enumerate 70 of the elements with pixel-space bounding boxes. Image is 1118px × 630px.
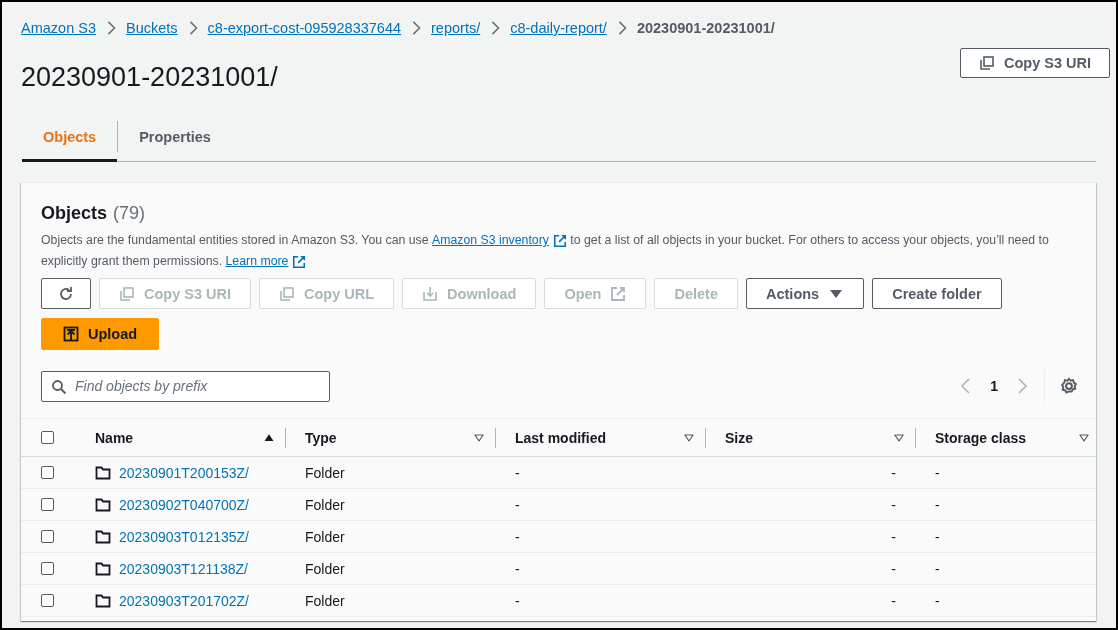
section-heading: Objects: [41, 203, 108, 224]
copy-s3-uri-button[interactable]: Copy S3 URI: [960, 48, 1110, 78]
table-cell-text: Folder: [304, 464, 346, 481]
copy-icon: [979, 55, 995, 71]
copy-icon: [279, 285, 295, 302]
breadcrumb-current: 20230901-20231001/: [636, 20, 775, 36]
breadcrumb-link[interactable]: reports/: [431, 20, 481, 36]
table-cell-text: -: [890, 464, 897, 481]
link[interactable]: Learn more: [225, 251, 307, 272]
table-cell-text: Folder: [304, 560, 346, 577]
folder-icon: [95, 464, 111, 481]
folder-link[interactable]: 20230903T012135Z/: [119, 528, 249, 545]
column-header[interactable]: Size: [706, 427, 916, 448]
folder-icon: [95, 592, 111, 609]
folder-link[interactable]: 20230901T200153Z/: [119, 464, 249, 481]
tab[interactable]: Objects: [22, 115, 118, 162]
settings-icon: [1059, 376, 1079, 396]
tab[interactable]: Properties: [118, 115, 232, 162]
table-cell-text: -: [514, 560, 521, 577]
table-cell-text: -: [934, 528, 941, 545]
breadcrumb-link[interactable]: Amazon S3: [21, 20, 96, 36]
refresh-button[interactable]: [41, 278, 91, 309]
upload-icon: [63, 326, 79, 342]
checkbox[interactable]: [41, 431, 54, 444]
column-header[interactable]: Type: [286, 427, 496, 448]
folder-link[interactable]: 20230903T121138Z/: [119, 560, 248, 577]
description-text: Objects are the fundamental entities stored in Amazon S3. You can use Amazon S3 inventory to get a list of all objects in your bucket. For others to access your objects, you’ll need to explicitly grant them permissions. Learn more: [41, 230, 1051, 272]
checkbox[interactable]: [41, 466, 54, 479]
folder-link[interactable]: 20230903T201702Z/: [119, 592, 249, 609]
column-header[interactable]: Storage class: [916, 427, 1096, 448]
page-number[interactable]: 1: [988, 378, 1000, 394]
checkbox[interactable]: [41, 498, 54, 511]
action-button[interactable]: Actions: [746, 278, 865, 309]
download-icon: [422, 285, 439, 302]
folder-icon: [95, 496, 111, 513]
page-title: 20230901-20231001/: [21, 62, 278, 93]
column-header[interactable]: Name: [76, 427, 286, 448]
action-button[interactable]: Create folder: [872, 278, 1002, 309]
table-cell-text: -: [934, 464, 941, 481]
link[interactable]: Amazon S3 inventory: [432, 230, 567, 251]
table-cell-text: -: [514, 592, 521, 609]
folder-icon: [95, 560, 111, 577]
table-cell-text: -: [934, 592, 941, 609]
object-count: (79): [113, 203, 146, 224]
table-cell-text: Folder: [304, 528, 346, 545]
external-link-icon: [610, 285, 627, 302]
table-cell-text: -: [890, 592, 897, 609]
checkbox[interactable]: [41, 530, 54, 543]
table-cell-text: -: [514, 528, 521, 545]
checkbox[interactable]: [41, 594, 54, 607]
table-cell-text: -: [890, 528, 897, 545]
table-cell-text: -: [514, 496, 521, 513]
folder-icon: [95, 528, 111, 545]
folder-link[interactable]: 20230902T040700Z/: [119, 496, 249, 513]
table-cell-text: -: [514, 464, 521, 481]
table-cell-text: -: [890, 560, 897, 577]
table-cell-text: -: [934, 560, 941, 577]
table-cell-text: Folder: [304, 496, 346, 513]
search-field[interactable]: Find objects by prefix: [41, 370, 330, 402]
checkbox[interactable]: [41, 562, 54, 575]
breadcrumb-link[interactable]: c8-export-cost-095928337644: [207, 20, 402, 36]
table-cell-text: Folder: [304, 592, 346, 609]
column-header[interactable]: Last modified: [496, 427, 706, 448]
table-cell-text: -: [934, 496, 941, 513]
upload-button[interactable]: Upload: [41, 318, 160, 350]
table-cell-text: -: [890, 496, 897, 513]
breadcrumb-link[interactable]: c8-daily-report/: [510, 20, 607, 36]
copy-icon: [119, 285, 135, 302]
refresh-icon: [58, 285, 74, 302]
breadcrumb-link[interactable]: Buckets: [125, 20, 178, 36]
